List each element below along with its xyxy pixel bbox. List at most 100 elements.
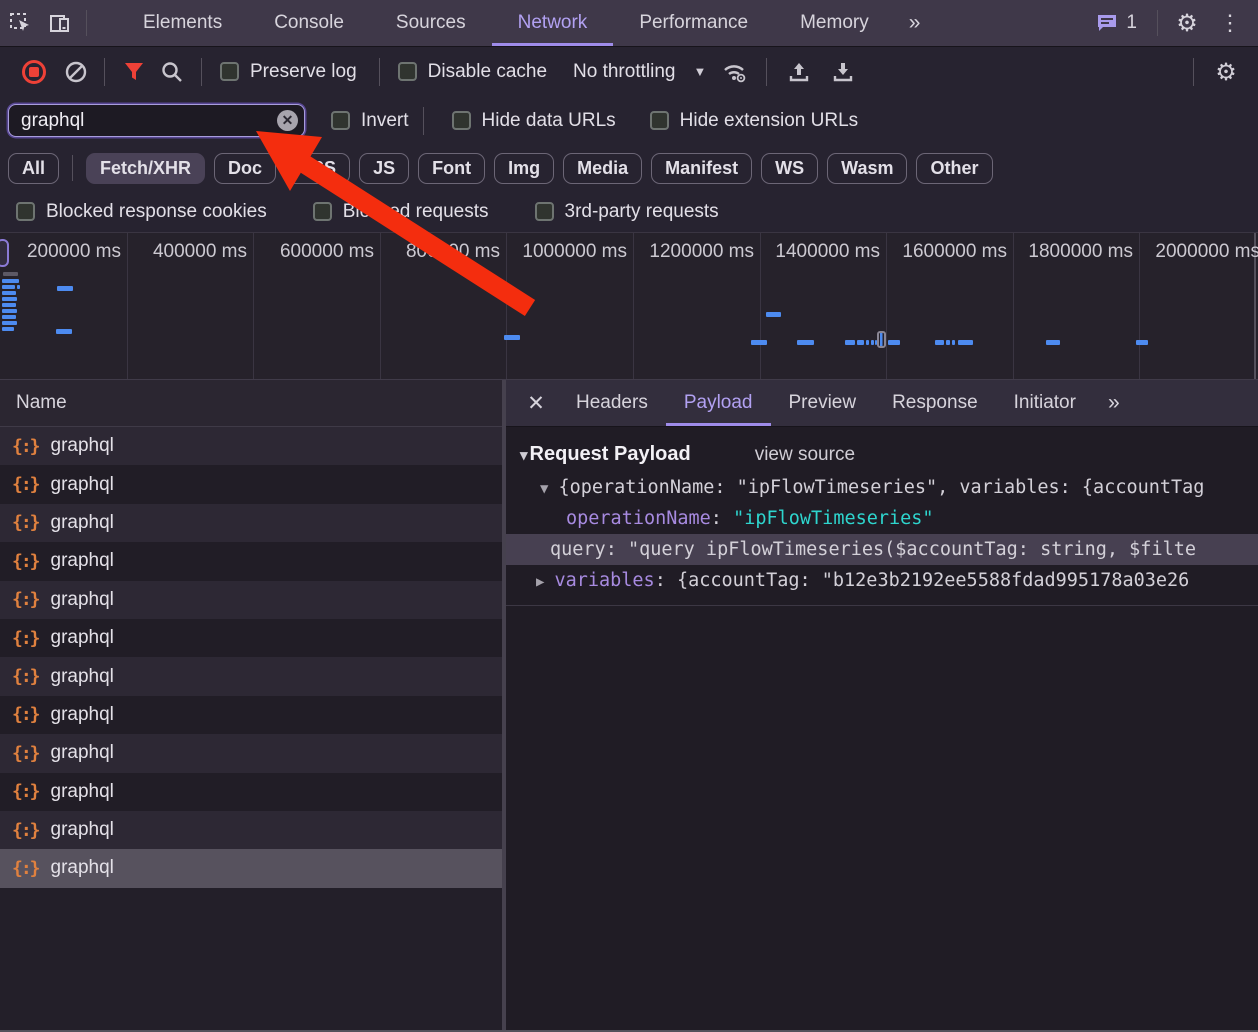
waterfall-request-bar[interactable] — [2, 297, 17, 301]
request-row[interactable]: {:}graphql — [0, 504, 502, 542]
waterfall-request-bar[interactable] — [935, 340, 944, 345]
detail-tab-preview[interactable]: Preview — [771, 380, 875, 426]
request-row[interactable]: {:}graphql — [0, 734, 502, 772]
waterfall-request-bar[interactable] — [2, 279, 19, 283]
chip-doc[interactable]: Doc — [214, 153, 276, 184]
chip-css[interactable]: CSS — [285, 153, 350, 184]
name-column-header[interactable]: Name — [0, 380, 502, 427]
waterfall-request-bar[interactable] — [2, 291, 16, 295]
chip-js[interactable]: JS — [359, 153, 409, 184]
device-toolbar-icon[interactable] — [40, 0, 80, 46]
tab-performance[interactable]: Performance — [613, 0, 774, 46]
import-har-icon[interactable] — [777, 60, 821, 84]
waterfall-request-bar[interactable] — [504, 335, 520, 340]
request-row[interactable]: {:}graphql — [0, 773, 502, 811]
waterfall-request-bar[interactable] — [1046, 340, 1060, 345]
close-icon[interactable]: ✕ — [514, 380, 558, 426]
chip-fetchxhr[interactable]: Fetch/XHR — [86, 153, 205, 184]
view-source-link[interactable]: view source — [755, 444, 855, 466]
payload-preview-line[interactable]: ▼{operationName: "ipFlowTimeseries", var… — [506, 472, 1258, 503]
settings-gear-icon[interactable]: ⚙ — [1168, 9, 1206, 37]
request-row[interactable]: {:}graphql — [0, 619, 502, 657]
detail-tab-initiator[interactable]: Initiator — [996, 380, 1094, 426]
blocked-requests-checkbox[interactable] — [313, 202, 332, 221]
waterfall-request-bar[interactable] — [751, 340, 767, 345]
waterfall-request-bar[interactable] — [857, 340, 864, 345]
hide-data-urls-checkbox[interactable] — [452, 111, 471, 130]
detail-more-tabs-icon[interactable]: » — [1094, 380, 1136, 426]
waterfall-request-bar[interactable] — [766, 312, 781, 317]
waterfall-request-bar[interactable] — [871, 340, 874, 345]
request-row[interactable]: {:}graphql — [0, 581, 502, 619]
waterfall-request-bar[interactable] — [845, 340, 855, 345]
throttling-select[interactable]: No throttling ▼ — [573, 61, 706, 83]
tab-elements[interactable]: Elements — [117, 0, 248, 46]
network-settings-gear-icon[interactable]: ⚙ — [1204, 58, 1248, 86]
request-row[interactable]: {:}graphql — [0, 849, 502, 887]
waterfall-request-bar[interactable] — [958, 340, 973, 345]
request-row[interactable]: {:}graphql — [0, 811, 502, 849]
waterfall-request-bar[interactable] — [946, 340, 950, 345]
request-row[interactable]: {:}graphql — [0, 465, 502, 503]
network-overview-timeline[interactable]: 200000 ms400000 ms600000 ms800000 ms1000… — [0, 233, 1258, 380]
request-row[interactable]: {:}graphql — [0, 427, 502, 465]
chip-media[interactable]: Media — [563, 153, 642, 184]
detail-tab-response[interactable]: Response — [874, 380, 996, 426]
payload-operation-line[interactable]: operationName: "ipFlowTimeseries" — [506, 503, 1258, 534]
hide-extension-urls-checkbox[interactable] — [650, 111, 669, 130]
chip-img[interactable]: Img — [494, 153, 554, 184]
inspect-icon[interactable] — [0, 0, 40, 46]
tab-memory[interactable]: Memory — [774, 0, 895, 46]
more-tabs-icon[interactable]: » — [895, 0, 937, 46]
waterfall-request-bar[interactable] — [2, 315, 16, 319]
chip-wasm[interactable]: Wasm — [827, 153, 907, 184]
preserve-log-checkbox[interactable] — [220, 62, 239, 81]
third-party-requests-checkbox[interactable] — [535, 202, 554, 221]
blocked-response-cookies-checkbox[interactable] — [16, 202, 35, 221]
waterfall-request-bar[interactable] — [57, 286, 73, 291]
chip-other[interactable]: Other — [916, 153, 992, 184]
waterfall-request-bar[interactable] — [797, 340, 814, 345]
waterfall-request-bar[interactable] — [888, 340, 900, 345]
waterfall-request-bar[interactable] — [17, 285, 20, 289]
chip-manifest[interactable]: Manifest — [651, 153, 752, 184]
tab-sources[interactable]: Sources — [370, 0, 492, 46]
filter-input[interactable] — [8, 104, 305, 137]
waterfall-request-bar[interactable] — [2, 327, 14, 331]
waterfall-request-bar[interactable] — [2, 321, 17, 325]
disable-cache-checkbox[interactable] — [398, 62, 417, 81]
waterfall-hover-marker[interactable] — [877, 331, 886, 348]
clear-input-icon[interactable]: ✕ — [277, 110, 298, 131]
waterfall-request-bar[interactable] — [56, 329, 72, 334]
search-icon[interactable] — [153, 61, 191, 83]
request-row[interactable]: {:}graphql — [0, 542, 502, 580]
clear-network-log-icon[interactable] — [58, 60, 94, 84]
detail-tab-payload[interactable]: Payload — [666, 380, 771, 426]
kebab-menu-icon[interactable]: ⋮ — [1210, 10, 1250, 36]
waterfall-request-bar[interactable] — [1136, 340, 1148, 345]
export-har-icon[interactable] — [821, 60, 865, 84]
record-icon[interactable] — [22, 60, 46, 84]
tab-console[interactable]: Console — [248, 0, 370, 46]
waterfall-request-bar[interactable] — [2, 309, 17, 313]
request-payload-title[interactable]: ▾Request Payload — [520, 443, 691, 466]
tab-network[interactable]: Network — [492, 0, 614, 46]
network-conditions-icon[interactable] — [712, 60, 756, 84]
waterfall-request-bar[interactable] — [866, 340, 869, 345]
chip-font[interactable]: Font — [418, 153, 485, 184]
chip-ws[interactable]: WS — [761, 153, 818, 184]
waterfall-request-bar[interactable] — [3, 272, 18, 276]
invert-checkbox[interactable] — [331, 111, 350, 130]
request-row[interactable]: {:}graphql — [0, 657, 502, 695]
detail-tab-headers[interactable]: Headers — [558, 380, 666, 426]
payload-variables-line[interactable]: ▶variables: {accountTag: "b12e3b2192ee55… — [506, 565, 1258, 596]
payload-query-line[interactable]: query: "query ipFlowTimeseries($accountT… — [506, 534, 1258, 565]
filter-funnel-icon[interactable] — [115, 61, 153, 83]
issues-button[interactable]: 1 — [1086, 12, 1147, 34]
waterfall-request-bar[interactable] — [952, 340, 955, 345]
waterfall-request-bar[interactable] — [2, 285, 15, 289]
waterfall-request-bar[interactable] — [2, 303, 16, 307]
chip-all[interactable]: All — [8, 153, 59, 184]
panel-resize-divider[interactable] — [502, 380, 506, 1032]
request-row[interactable]: {:}graphql — [0, 696, 502, 734]
